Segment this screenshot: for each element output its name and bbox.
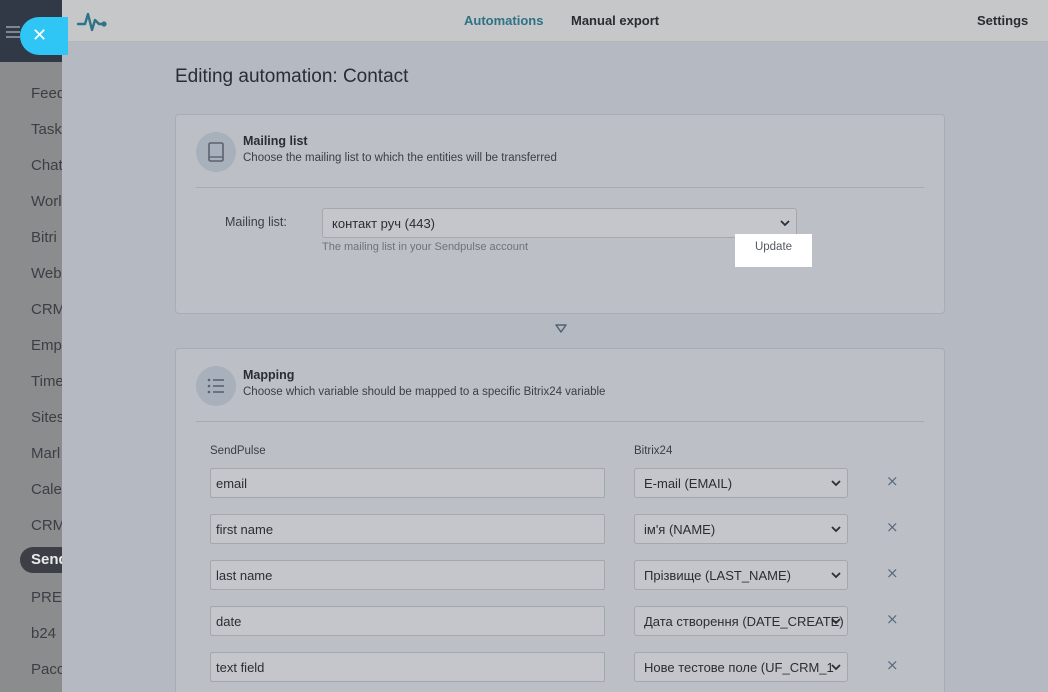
app-panel: Automations Manual export Settings Editi… <box>62 0 1048 692</box>
sidebar-item-tasks[interactable]: Task <box>31 121 62 138</box>
close-icon: ✕ <box>32 25 48 46</box>
bitrix-field-select[interactable]: Нове тестове поле (UF_CRM_1 <box>634 652 848 682</box>
mapping-card: Mapping Choose which variable should be … <box>175 348 945 692</box>
mapping-row: last name Прізвище (LAST_NAME) × <box>176 560 946 592</box>
divider <box>196 187 924 188</box>
update-button[interactable]: Update <box>735 234 812 267</box>
bitrix-sidebar: Feed Task Chat Worl Bitri Web CRM Emp Ti… <box>0 0 70 692</box>
remove-row-icon[interactable]: × <box>886 472 899 490</box>
sendpulse-variable-input[interactable]: first name <box>210 514 605 544</box>
remove-row-icon[interactable]: × <box>886 610 899 628</box>
sidebar-item-crm[interactable]: CRM <box>31 301 65 318</box>
chevron-down-icon <box>831 480 841 487</box>
sidebar-item-marketing[interactable]: Marl <box>31 445 60 462</box>
bitrix-field-value: Дата створення (DATE_CREATE) <box>644 614 844 629</box>
bitrix-field-select[interactable]: Прізвище (LAST_NAME) <box>634 560 848 590</box>
sidebar-item-b24[interactable]: b24 <box>31 625 56 642</box>
mapping-title: Mapping <box>243 368 295 382</box>
mailing-list-title: Mailing list <box>243 134 308 148</box>
chevron-down-icon <box>831 526 841 533</box>
page-title: Editing automation: Contact <box>175 66 409 87</box>
sidebar-item-bitrix[interactable]: Bitri <box>31 229 57 246</box>
mapping-row: first name ім'я (NAME) × <box>176 514 946 546</box>
close-slider-button[interactable]: ✕ <box>20 17 68 55</box>
book-icon <box>196 132 236 172</box>
sendpulse-variable-input[interactable]: text field <box>210 652 605 682</box>
mapping-row: date Дата створення (DATE_CREATE) × <box>176 606 946 638</box>
column-header-bitrix24: Bitrix24 <box>634 445 673 457</box>
sidebar-item-chat[interactable]: Chat <box>31 157 63 174</box>
remove-row-icon[interactable]: × <box>886 656 899 674</box>
hamburger-menu-icon[interactable] <box>6 26 20 38</box>
mapping-description: Choose which variable should be mapped t… <box>243 386 606 398</box>
column-header-sendpulse: SendPulse <box>210 445 266 457</box>
sidebar-item-pacc[interactable]: Pacc <box>31 661 64 678</box>
mailing-list-label: Mailing list: <box>225 215 287 229</box>
pulse-logo-icon[interactable] <box>76 8 108 34</box>
remove-row-icon[interactable]: × <box>886 564 899 582</box>
list-icon <box>196 366 236 406</box>
chevron-down-icon <box>831 618 841 625</box>
bitrix-field-value: Нове тестове поле (UF_CRM_1 <box>644 660 834 675</box>
bitrix-field-value: Прізвище (LAST_NAME) <box>644 568 791 583</box>
sidebar-item-crm-2[interactable]: CRM <box>31 517 65 534</box>
chevron-down-icon <box>831 572 841 579</box>
mailing-list-description: Choose the mailing list to which the ent… <box>243 152 557 164</box>
chevron-down-icon <box>780 220 790 227</box>
bitrix-field-value: ім'я (NAME) <box>644 522 716 537</box>
nav-manual-export[interactable]: Manual export <box>571 13 659 28</box>
nav-automations[interactable]: Automations <box>464 13 543 28</box>
remove-row-icon[interactable]: × <box>886 518 899 536</box>
sidebar-item-workgroups[interactable]: Worl <box>31 193 62 210</box>
nav-settings[interactable]: Settings <box>977 13 1028 28</box>
arrow-down-icon <box>555 324 567 333</box>
sendpulse-variable-input[interactable]: date <box>210 606 605 636</box>
bitrix-field-select[interactable]: Дата створення (DATE_CREATE) <box>634 606 848 636</box>
divider <box>196 421 924 422</box>
mailing-list-select[interactable]: контакт руч (443) <box>322 208 797 238</box>
sendpulse-variable-input[interactable]: email <box>210 468 605 498</box>
mailing-list-help: The mailing list in your Sendpulse accou… <box>322 241 529 253</box>
bitrix-field-select[interactable]: E-mail (EMAIL) <box>634 468 848 498</box>
mapping-row: text field Нове тестове поле (UF_CRM_1 × <box>176 652 946 684</box>
bitrix-field-select[interactable]: ім'я (NAME) <box>634 514 848 544</box>
sidebar-item-webhooks[interactable]: Web <box>31 265 62 282</box>
top-navigation: Automations Manual export Settings <box>62 0 1048 42</box>
mailing-list-selected-value: контакт руч (443) <box>332 216 435 231</box>
sidebar-item-sites[interactable]: Sites <box>31 409 64 426</box>
sidebar-item-employees[interactable]: Emp <box>31 337 62 354</box>
sidebar-item-time[interactable]: Time <box>31 373 64 390</box>
sidebar-item-calendar[interactable]: Cale <box>31 481 62 498</box>
sendpulse-variable-input[interactable]: last name <box>210 560 605 590</box>
sidebar-item-feed[interactable]: Feed <box>31 85 65 102</box>
mailing-list-card: Mailing list Choose the mailing list to … <box>175 114 945 314</box>
chevron-down-icon <box>831 664 841 671</box>
sidebar-item-pre[interactable]: PRE <box>31 589 62 606</box>
bitrix-field-value: E-mail (EMAIL) <box>644 476 733 491</box>
mapping-row: email E-mail (EMAIL) × <box>176 468 946 500</box>
